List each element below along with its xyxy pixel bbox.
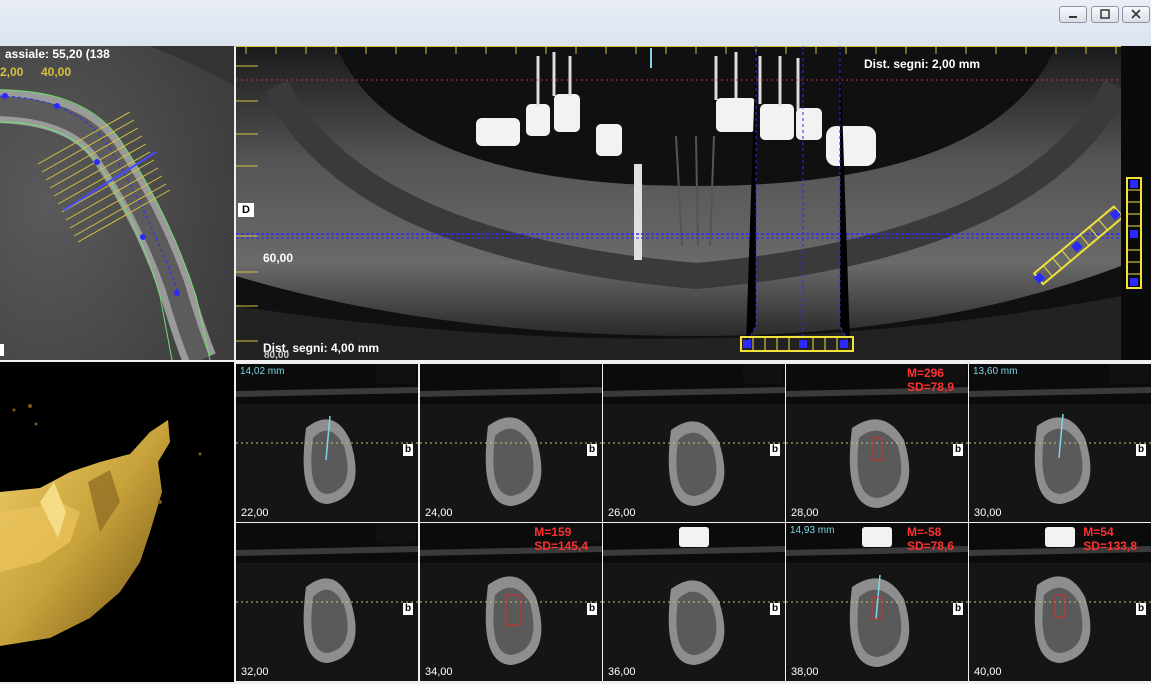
minimize-button[interactable]: [1059, 6, 1087, 23]
slice-image: [236, 523, 418, 681]
density-mean: M=159: [534, 525, 572, 539]
density-sd: SD=78,9: [906, 380, 954, 394]
panoramic-view[interactable]: Dist. segni: 2,00 mm Dist. segni: 4,00 m…: [236, 46, 1151, 360]
slice-density-stats: M=296 SD=78,9: [907, 366, 954, 394]
buccal-marker: b: [1136, 603, 1146, 615]
density-mean: M=296: [906, 366, 944, 380]
volume-render-view[interactable]: [0, 362, 234, 682]
cross-section-slice[interactable]: M=159 SD=145,4 b 34,00: [420, 523, 602, 681]
density-mean: M=54: [1083, 525, 1114, 539]
cross-section-slice[interactable]: 13,60 mm b 30,00: [969, 364, 1151, 522]
cross-section-slice[interactable]: M=54 SD=133,8 b 40,00: [969, 523, 1151, 681]
depth-label: 60,00: [263, 251, 294, 265]
buccal-marker: b: [953, 444, 963, 456]
cross-section-slice[interactable]: b 32,00: [236, 523, 418, 681]
cross-section-slice[interactable]: b 26,00: [603, 364, 785, 522]
cross-section-slice[interactable]: b 24,00: [420, 364, 602, 522]
slice-density-stats: M=54 SD=133,8: [1083, 525, 1137, 553]
slice-density-stats: M=-58 SD=78,6: [907, 525, 954, 553]
slice-position-label: 40,00: [974, 666, 1002, 678]
buccal-marker: b: [587, 603, 597, 615]
panoramic-ruler-bottom-label: 80,00: [264, 350, 290, 360]
cross-section-slice[interactable]: b 36,00: [603, 523, 785, 681]
slice-image: [603, 364, 785, 522]
buccal-marker: b: [403, 603, 413, 615]
density-mean: M=-58: [906, 525, 942, 539]
slice-image: [603, 523, 785, 681]
slice-position-label: 32,00: [241, 666, 269, 678]
slice-position-label: 24,00: [425, 507, 453, 519]
panoramic-image: [236, 46, 1151, 360]
slice-density-stats: M=159 SD=145,4: [534, 525, 588, 553]
buccal-marker: b: [1136, 444, 1146, 456]
axial-range-left: 2,00: [0, 65, 24, 79]
axial-view[interactable]: assiale: 55,20 (138 2,00 40,00: [0, 46, 234, 360]
slice-measurement: 14,02 mm: [240, 366, 285, 377]
slice-image: [236, 364, 418, 522]
slice-position-label: 36,00: [608, 666, 636, 678]
minimize-icon: [1069, 16, 1077, 18]
slice-position-label: 34,00: [425, 666, 453, 678]
slice-measurement: 14,93 mm: [790, 525, 835, 536]
buccal-marker: b: [770, 444, 780, 456]
close-button[interactable]: [1122, 6, 1150, 23]
maximize-button[interactable]: [1091, 6, 1119, 23]
buccal-marker: b: [953, 603, 963, 615]
maximize-icon: [1100, 9, 1110, 19]
cross-section-slice[interactable]: 14,02 mm b 22,00: [236, 364, 418, 522]
window-titlebar: [0, 0, 1151, 47]
slice-position-label: 30,00: [974, 507, 1002, 519]
buccal-marker: b: [770, 603, 780, 615]
axial-header: assiale: 55,20 (138: [5, 47, 110, 61]
slice-image: [420, 364, 602, 522]
slice-position-label: 38,00: [791, 666, 819, 678]
panoramic-distance-top: Dist. segni: 2,00 mm: [864, 57, 981, 71]
buccal-marker: b: [587, 444, 597, 456]
slice-position-label: 26,00: [608, 507, 636, 519]
axial-image: [0, 46, 234, 360]
slice-image: [969, 364, 1151, 522]
cross-section-slice[interactable]: M=296 SD=78,9 b 28,00: [786, 364, 968, 522]
density-sd: SD=145,4: [534, 539, 588, 553]
axial-range-right: 40,00: [41, 65, 72, 79]
slice-position-label: 22,00: [241, 507, 269, 519]
slice-measurement: 13,60 mm: [973, 366, 1018, 377]
close-icon: [1131, 9, 1141, 19]
slice-position-label: 28,00: [791, 507, 819, 519]
jaw-3d-image: [0, 362, 234, 682]
density-sd: SD=133,8: [1083, 539, 1137, 553]
density-sd: SD=78,6: [906, 539, 954, 553]
cross-section-slice[interactable]: 14,93 mm M=-58 SD=78,6 b 38,00: [786, 523, 968, 681]
side-marker: D: [238, 203, 254, 217]
buccal-marker: b: [403, 444, 413, 456]
